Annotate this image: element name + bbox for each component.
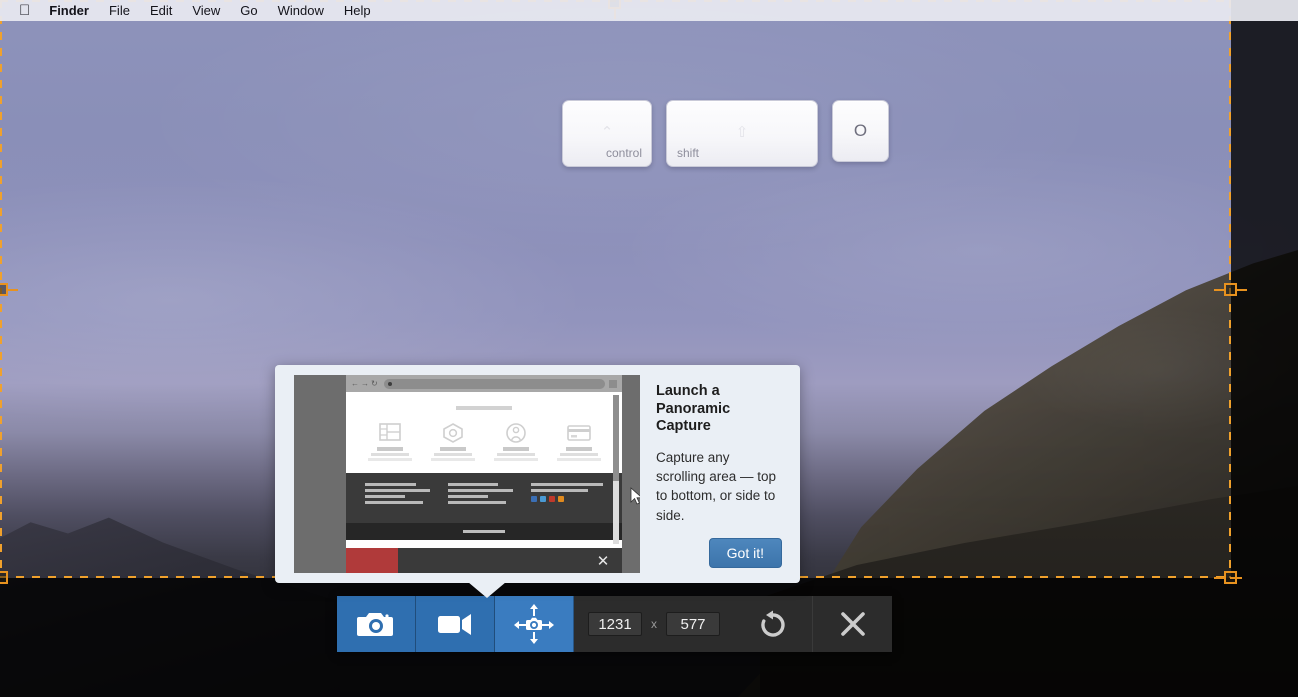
- shift-symbol-icon: ⇧: [735, 123, 749, 141]
- selection-handle-middle-right[interactable]: [1214, 283, 1247, 296]
- keycap-shift-label: shift: [677, 146, 700, 160]
- mock-scrollbar-thumb: [613, 395, 619, 482]
- popover-illustration: ← → ↻ ✕: [294, 375, 640, 573]
- dimension-separator: x: [651, 617, 657, 631]
- mock-progress-fill: [346, 548, 398, 573]
- onboarding-popover: ← → ↻ ✕ Launch a Panoramic Capture Captu…: [275, 365, 800, 583]
- capture-video-button[interactable]: [416, 596, 495, 652]
- mock-headline: [456, 406, 512, 410]
- mock-icon-card: [556, 422, 601, 461]
- mock-icon-layout: [367, 422, 412, 461]
- browser-mockup: ← → ↻: [346, 375, 622, 548]
- mock-icon-person: [493, 422, 538, 461]
- height-input[interactable]: 577: [666, 612, 720, 636]
- back-arrow-icon: ←: [351, 378, 359, 388]
- got-it-button[interactable]: Got it!: [708, 538, 782, 568]
- reload-icon: ↻: [371, 378, 378, 388]
- mock-player-bar: ✕: [346, 548, 622, 573]
- keycap-control: ⌃ control: [562, 100, 652, 167]
- close-button[interactable]: [813, 596, 892, 652]
- menu-item-edit[interactable]: Edit: [140, 0, 182, 21]
- undo-icon: [756, 609, 790, 639]
- mock-icon-row: [346, 422, 622, 461]
- browser-mockup-chrome: ← → ↻: [346, 375, 622, 392]
- menu-item-view[interactable]: View: [182, 0, 230, 21]
- social-dots: [530, 496, 603, 502]
- browser-mockup-content: [346, 392, 622, 473]
- capture-dimensions: 1231 x 577: [574, 596, 734, 652]
- footer-column-1: [365, 483, 437, 523]
- keycap-control-label: control: [605, 146, 642, 160]
- forward-arrow-icon: →: [361, 378, 369, 388]
- keycap-shift: ⇧ shift: [666, 100, 818, 167]
- mock-scrollbar-track: [613, 395, 619, 544]
- desktop-screen:  Finder File Edit View Go Window Help ⌃…: [0, 0, 1298, 697]
- camera-icon: [356, 609, 396, 639]
- capture-toolbar: 1231 x 577: [337, 596, 892, 652]
- menu-item-go[interactable]: Go: [230, 0, 267, 21]
- mock-icon-hexagon: [430, 422, 475, 461]
- keycap-o-label: O: [853, 121, 868, 140]
- panoramic-icon: [511, 601, 557, 647]
- menu-item-file[interactable]: File: [99, 0, 140, 21]
- menu-item-finder[interactable]: Finder: [39, 0, 99, 21]
- browser-mockup-subfooter: [346, 523, 622, 540]
- browser-menu-icon: [609, 379, 617, 388]
- control-symbol-icon: ⌃: [600, 123, 614, 141]
- keycap-o: O: [832, 100, 889, 162]
- selection-handle-bottom-left[interactable]: [0, 571, 8, 584]
- popover-tail: [468, 582, 506, 598]
- selection-handle-bottom-right[interactable]: [1214, 571, 1242, 584]
- close-icon: [838, 609, 868, 639]
- popover-body: Capture any scrolling area — top to bott…: [656, 450, 777, 523]
- shortcut-keycaps: ⌃ control ⇧ shift O: [562, 100, 889, 167]
- selection-handle-middle-left[interactable]: [0, 283, 18, 296]
- popover-text-block: Launch a Panoramic Capture Capture any s…: [640, 365, 800, 583]
- capture-image-button[interactable]: [337, 596, 416, 652]
- popover-title: Launch a Panoramic Capture: [656, 383, 731, 435]
- menu-item-help[interactable]: Help: [334, 0, 381, 21]
- width-input[interactable]: 1231: [588, 612, 642, 636]
- menu-bar:  Finder File Edit View Go Window Help: [0, 0, 1298, 21]
- mouse-cursor-icon: [630, 487, 640, 505]
- address-bar: [384, 378, 605, 389]
- footer-column-2: [447, 483, 520, 523]
- browser-mockup-footer: [346, 473, 622, 523]
- apple-menu-icon[interactable]: : [10, 1, 39, 21]
- capture-panoramic-button[interactable]: [495, 596, 574, 652]
- reset-button[interactable]: [734, 596, 813, 652]
- mock-close-icon: ✕: [596, 552, 610, 570]
- video-icon: [435, 611, 475, 637]
- footer-column-3: [530, 483, 603, 523]
- menu-item-window[interactable]: Window: [268, 0, 334, 21]
